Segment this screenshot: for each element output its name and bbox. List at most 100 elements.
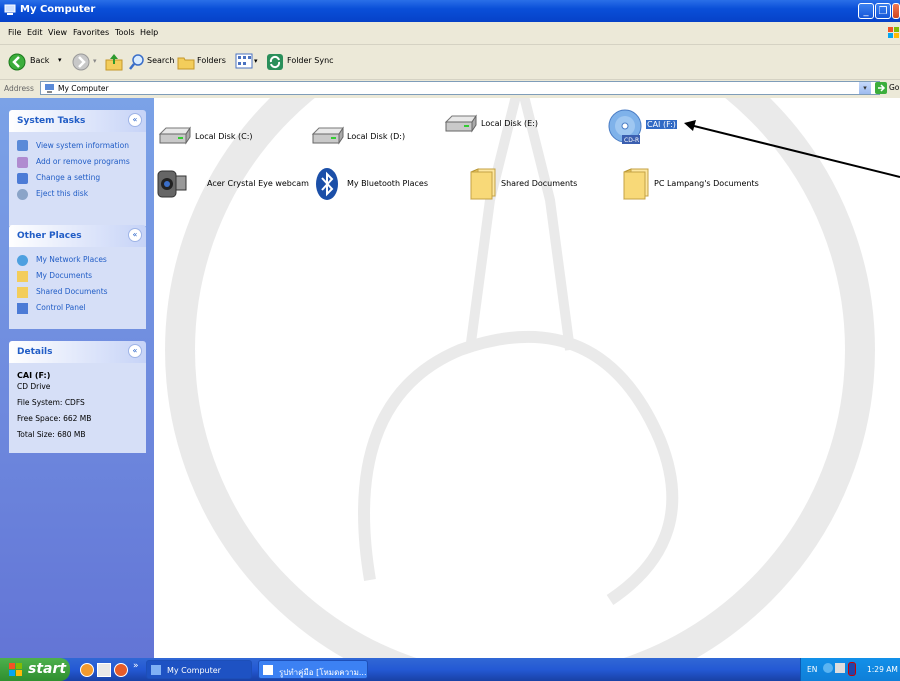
collapse-icon[interactable]: « xyxy=(128,344,142,358)
tray-icon[interactable] xyxy=(823,663,833,673)
details-free-space: Free Space: 662 MB xyxy=(17,414,92,423)
address-label: Address xyxy=(4,84,34,93)
folder-shared-documents[interactable]: Shared Documents xyxy=(468,166,598,204)
bluetooth-icon xyxy=(316,168,338,200)
drive-cai-f[interactable]: CD-R CAI (F:) xyxy=(608,109,688,149)
word-document-icon xyxy=(263,665,273,675)
go-arrow-icon xyxy=(875,82,887,94)
toolbar: Back ▾ ▾ Search Folders ▾ Folder Sync xyxy=(0,45,900,80)
quicklaunch-icon[interactable] xyxy=(97,663,111,677)
place-my-network-places[interactable]: My Network Places xyxy=(36,255,107,264)
back-dropdown-icon[interactable]: ▾ xyxy=(58,56,62,64)
views-button[interactable] xyxy=(235,53,253,69)
windows-logo-icon xyxy=(888,27,899,38)
address-input[interactable]: My Computer ▾ xyxy=(40,81,880,95)
up-folder-button[interactable] xyxy=(104,52,124,72)
bluetooth-tray-icon[interactable] xyxy=(848,662,856,676)
folders-button[interactable]: Folders xyxy=(177,51,226,73)
clock: 1:29 AM xyxy=(867,665,898,674)
other-places-header[interactable]: Other Places « xyxy=(9,225,146,247)
forward-button[interactable] xyxy=(72,53,90,71)
volume-icon[interactable] xyxy=(835,663,845,673)
details-file-system: File System: CDFS xyxy=(17,398,85,407)
back-arrow-icon xyxy=(8,53,26,71)
cd-drive-icon: CD-R xyxy=(608,109,642,144)
task-my-computer[interactable]: My Computer xyxy=(146,660,252,679)
details-panel: Details « CAI (F:) CD Drive File System:… xyxy=(9,341,146,453)
hard-drive-icon xyxy=(311,126,344,145)
menu-tools[interactable]: Tools xyxy=(115,28,135,37)
window-title: My Computer xyxy=(20,4,96,15)
drive-local-disk-c[interactable]: Local Disk (C:) xyxy=(158,124,278,150)
add-remove-programs-icon xyxy=(17,157,28,168)
place-control-panel[interactable]: Control Panel xyxy=(36,303,86,312)
quicklaunch-icon[interactable] xyxy=(80,663,94,677)
address-dropdown-icon[interactable]: ▾ xyxy=(859,82,871,94)
other-places-panel: Other Places « My Network Places My Docu… xyxy=(9,225,146,329)
task-eject-disk[interactable]: Eject this disk xyxy=(36,189,88,198)
cd-r-badge: CD-R xyxy=(624,137,639,144)
folder-icon xyxy=(470,168,496,200)
task-pane: System Tasks « View system information A… xyxy=(0,98,154,658)
menu-edit[interactable]: Edit xyxy=(27,28,43,37)
collapse-icon[interactable]: « xyxy=(128,228,142,242)
windows-flag-icon xyxy=(9,663,22,676)
back-button[interactable]: Back ▾ xyxy=(6,51,66,73)
menu-bar: File Edit View Favorites Tools Help xyxy=(0,22,900,45)
folders-icon xyxy=(177,57,195,70)
task-change-setting[interactable]: Change a setting xyxy=(36,173,100,182)
place-my-documents[interactable]: My Documents xyxy=(36,271,92,280)
hard-drive-icon xyxy=(158,126,191,145)
control-panel-icon xyxy=(17,173,28,184)
place-shared-documents[interactable]: Shared Documents xyxy=(36,287,108,296)
my-computer-icon xyxy=(4,4,16,15)
shared-documents-icon xyxy=(17,287,28,298)
search-icon xyxy=(129,54,144,70)
forward-dropdown-icon[interactable]: ▾ xyxy=(93,57,97,65)
eject-icon xyxy=(17,189,28,200)
my-computer-icon xyxy=(45,84,54,93)
maximize-button[interactable]: ❐ xyxy=(875,3,891,19)
collapse-icon[interactable]: « xyxy=(128,113,142,127)
start-button[interactable]: start xyxy=(0,658,70,681)
details-type: CD Drive xyxy=(17,382,51,391)
device-bluetooth-places[interactable]: My Bluetooth Places xyxy=(315,167,445,203)
search-button[interactable]: Search xyxy=(128,51,174,73)
quicklaunch-icon[interactable] xyxy=(114,663,128,677)
task-add-remove-programs[interactable]: Add or remove programs xyxy=(36,157,130,166)
menu-file[interactable]: File xyxy=(8,28,21,37)
task-view-system-information[interactable]: View system information xyxy=(36,141,129,150)
drive-local-disk-e[interactable]: Local Disk (E:) xyxy=(444,112,564,138)
title-bar: My Computer _ ❐ xyxy=(0,0,900,22)
system-tasks-header[interactable]: System Tasks « xyxy=(9,110,146,132)
system-tray: EN 1:29 AM xyxy=(800,658,900,681)
webcam-icon xyxy=(157,170,187,198)
control-panel-icon xyxy=(17,303,28,314)
quicklaunch-more-icon[interactable]: » xyxy=(133,661,139,671)
system-info-icon xyxy=(17,140,28,151)
address-bar: Address My Computer ▾ Go xyxy=(0,80,900,98)
folder-sync-button[interactable]: Folder Sync xyxy=(266,51,336,73)
close-button[interactable] xyxy=(892,3,900,19)
details-header[interactable]: Details « xyxy=(9,341,146,363)
minimize-button[interactable]: _ xyxy=(858,3,874,19)
task-word-document[interactable]: รูปทำคู่มือ [โหมดความ... xyxy=(258,660,368,679)
my-documents-icon xyxy=(17,271,28,282)
menu-view[interactable]: View xyxy=(48,28,67,37)
my-computer-icon xyxy=(151,665,161,675)
network-places-icon xyxy=(17,255,28,266)
menu-favorites[interactable]: Favorites xyxy=(73,28,109,37)
details-total-size: Total Size: 680 MB xyxy=(17,430,86,439)
drive-local-disk-d[interactable]: Local Disk (D:) xyxy=(311,124,431,150)
folder-icon xyxy=(623,168,649,200)
taskbar: start » My Computer รูปทำคู่มือ [โหมดควา… xyxy=(0,658,900,681)
system-tasks-panel: System Tasks « View system information A… xyxy=(9,110,146,226)
hard-drive-icon xyxy=(444,114,477,133)
menu-help[interactable]: Help xyxy=(140,28,158,37)
language-indicator[interactable]: EN xyxy=(807,665,817,674)
folder-sync-icon xyxy=(267,54,283,70)
address-value: My Computer xyxy=(58,84,109,93)
go-button[interactable]: Go xyxy=(872,81,900,95)
device-webcam[interactable]: Acer Crystal Eye webcam xyxy=(155,167,309,203)
views-dropdown-icon[interactable]: ▾ xyxy=(254,57,258,65)
